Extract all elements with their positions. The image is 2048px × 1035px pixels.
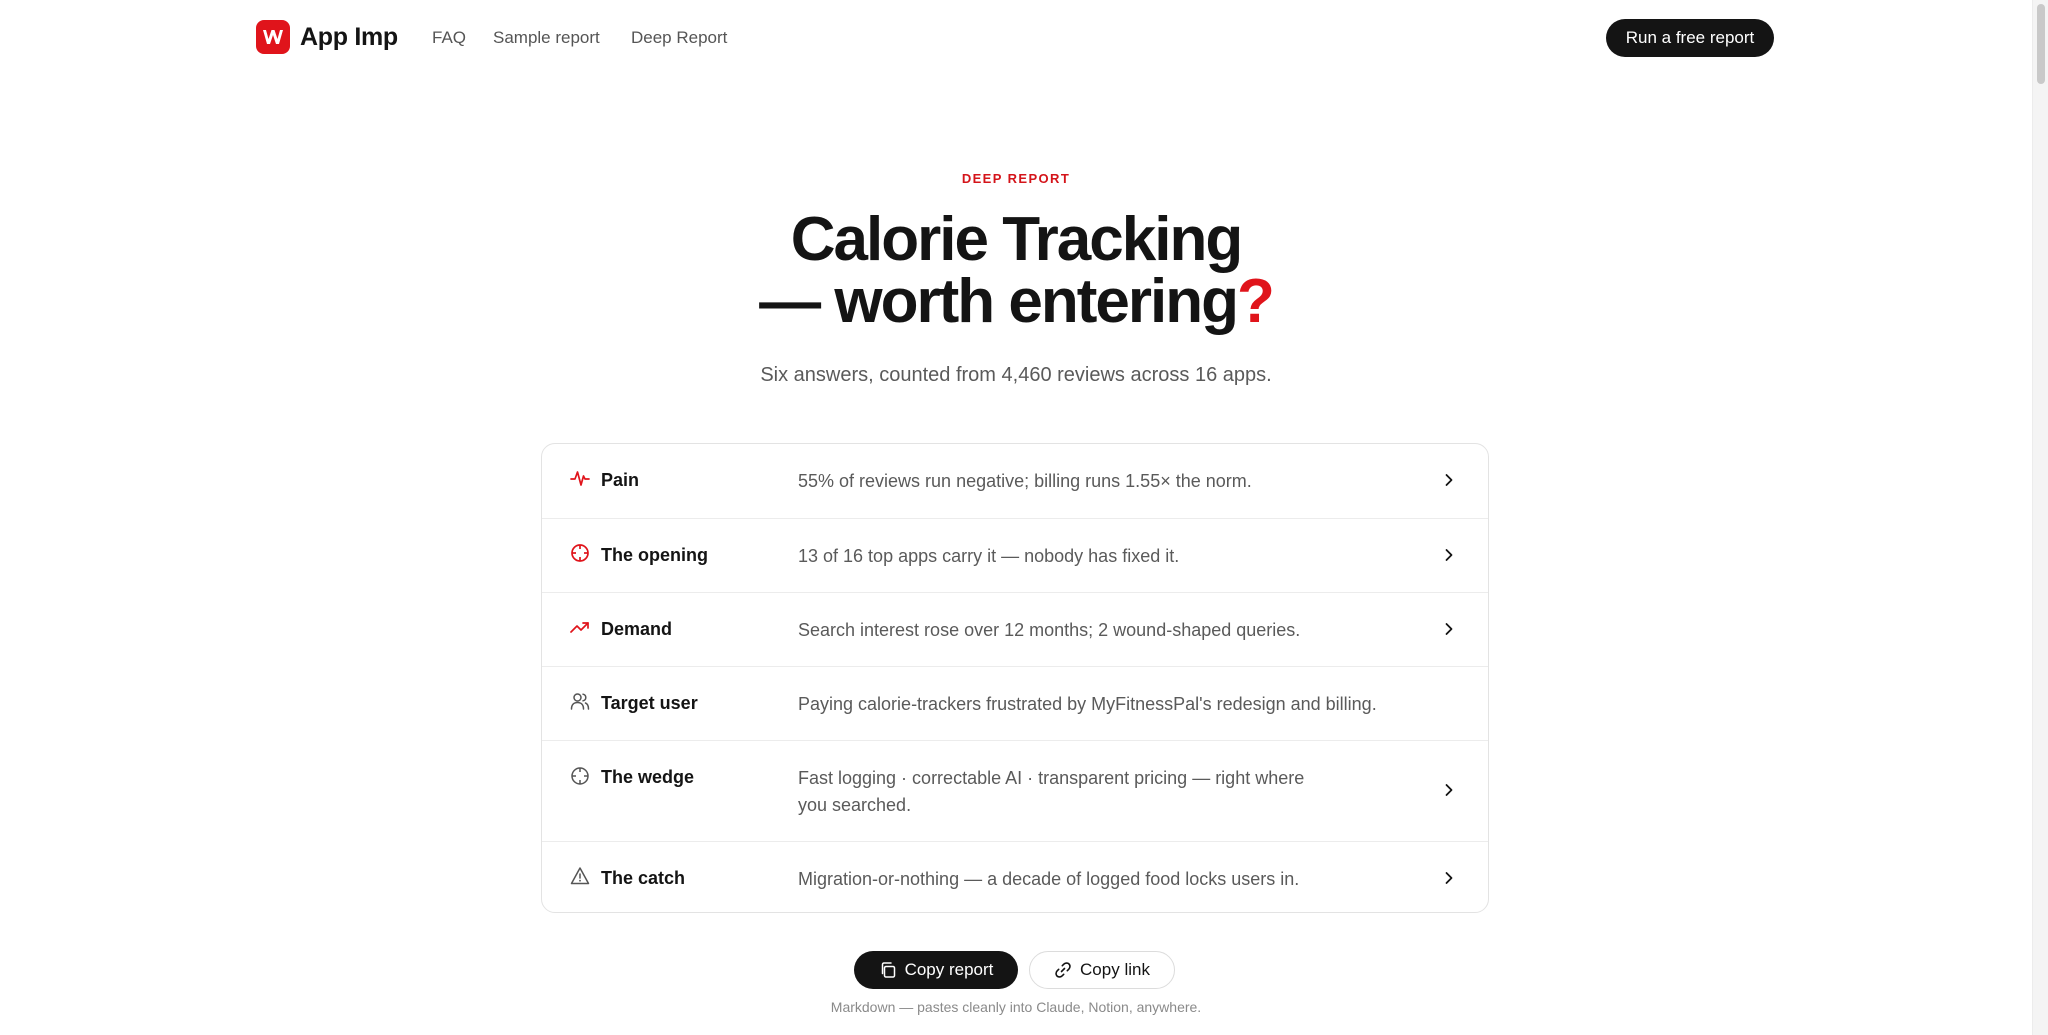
row-text: Search interest rose over 12 months; 2 w… <box>798 620 1301 640</box>
chevron-right-icon[interactable] <box>1442 548 1456 562</box>
row-text: 13 of 16 top apps carry it — nobody has … <box>798 546 1180 566</box>
row-label: The wedge <box>601 767 695 787</box>
answer-row-target-user: Target user Paying calorie-trackers frus… <box>542 666 1488 740</box>
chevron-right-icon[interactable] <box>1442 871 1456 885</box>
scrollbar[interactable] <box>2032 0 2048 1035</box>
answer-row-pain[interactable]: Pain 55% of reviews run negative; billin… <box>542 444 1488 518</box>
title-question-mark: ? <box>1236 267 1275 336</box>
brand-name[interactable]: App Imp <box>300 21 398 53</box>
answer-row-opening[interactable]: The opening 13 of 16 top apps carry it —… <box>542 518 1488 592</box>
chevron-right-icon[interactable] <box>1442 473 1456 487</box>
copy-link-label: Copy link <box>1080 960 1150 979</box>
answers-card: Pain 55% of reviews run negative; billin… <box>541 443 1489 913</box>
row-text: 55% of reviews run negative; billing run… <box>798 471 1252 491</box>
answer-row-wedge[interactable]: The wedge Fast logging · correctable AI … <box>542 740 1488 841</box>
row-text: Paying calorie-trackers frustrated by My… <box>798 694 1377 714</box>
nav-deep-report[interactable]: Deep Report <box>631 27 727 49</box>
users-icon <box>570 693 590 710</box>
page-title: Calorie Tracking — worth entering? <box>0 209 2032 333</box>
copy-report-label: Copy report <box>904 960 994 979</box>
answer-row-demand[interactable]: Demand Search interest rose over 12 mont… <box>542 592 1488 666</box>
title-line-1: Calorie Tracking <box>790 205 1243 274</box>
chevron-right-icon[interactable] <box>1442 783 1456 797</box>
crosshair-icon <box>571 544 589 562</box>
subtitle: Six answers, counted from 4,460 reviews … <box>760 364 1272 386</box>
eyebrow-label: DEEP REPORT <box>961 171 1071 186</box>
target-icon <box>571 767 589 785</box>
scrollbar-thumb[interactable] <box>2037 4 2045 84</box>
nav-faq[interactable]: FAQ <box>432 27 466 49</box>
row-label: Pain <box>601 470 640 490</box>
nav-sample-report[interactable]: Sample report <box>493 27 600 49</box>
row-label: Target user <box>601 693 698 713</box>
footnote: Markdown — pastes cleanly into Claude, N… <box>830 999 1202 1015</box>
row-text-line-1: Fast logging · correctable AI · transpar… <box>798 768 1305 788</box>
answer-row-catch[interactable]: The catch Migration-or-nothing — a decad… <box>542 841 1488 912</box>
row-text: Migration-or-nothing — a decade of logge… <box>798 869 1300 889</box>
row-label: The catch <box>601 868 686 888</box>
row-text-line-2: you searched. <box>798 795 912 815</box>
row-label: The opening <box>601 545 708 565</box>
row-label: Demand <box>601 619 673 639</box>
copy-report-button[interactable]: Copy report <box>854 951 1018 989</box>
copy-icon <box>881 962 895 978</box>
trend-up-icon <box>570 622 589 633</box>
link-icon <box>1055 962 1071 978</box>
row-text: Fast logging · correctable AI · transpar… <box>798 765 1358 819</box>
pulse-icon <box>570 471 590 486</box>
copy-link-button[interactable]: Copy link <box>1029 951 1175 989</box>
warning-icon <box>570 867 590 885</box>
logo-icon[interactable] <box>256 20 290 54</box>
title-line-2: — worth entering? <box>759 267 1275 336</box>
run-free-report-button[interactable]: Run a free report <box>1606 19 1774 57</box>
chevron-right-icon[interactable] <box>1442 622 1456 636</box>
